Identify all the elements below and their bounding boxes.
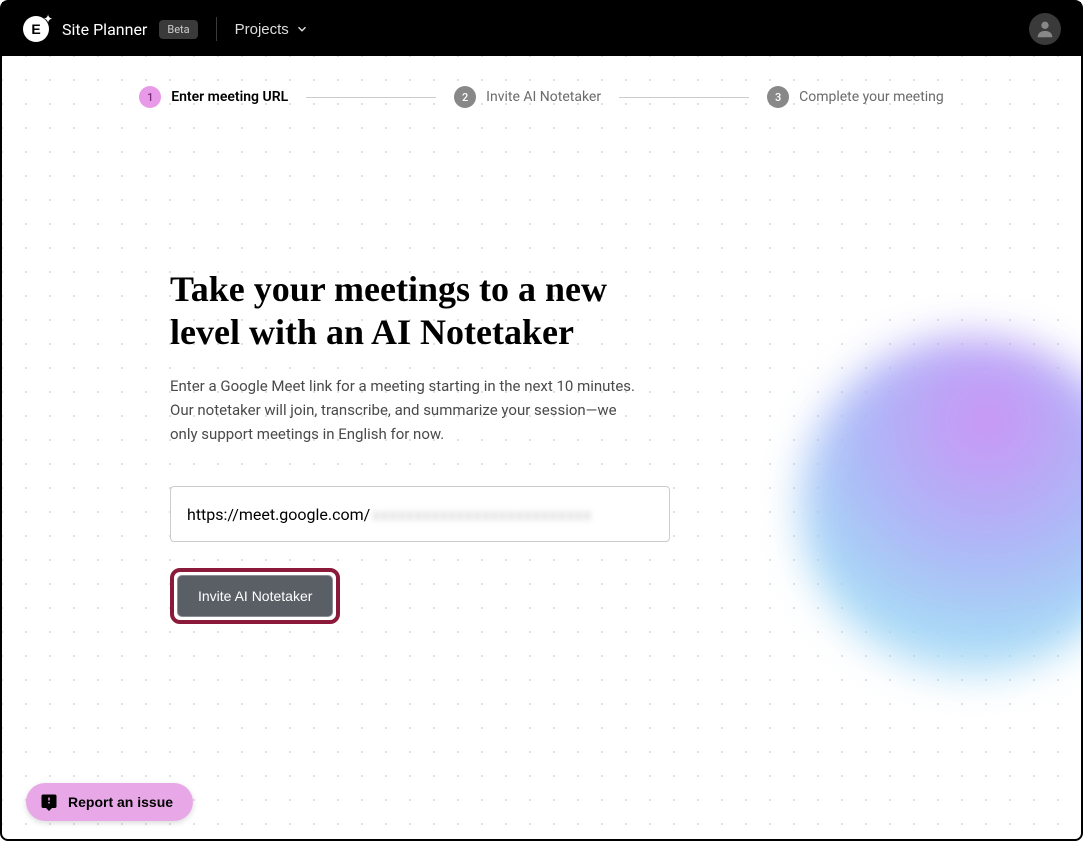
step-1-circle: 1 (139, 86, 161, 108)
main-canvas: 1 Enter meeting URL 2 Invite AI Notetake… (2, 56, 1081, 839)
step-connector (619, 97, 749, 98)
invite-button-highlight: Invite AI Notetaker (170, 568, 340, 624)
user-icon (1034, 18, 1056, 40)
invite-notetaker-button[interactable]: Invite AI Notetaker (177, 575, 333, 617)
step-connector (306, 97, 436, 98)
step-2-circle: 2 (454, 86, 476, 108)
page-heading: Take your meetings to a new level with a… (170, 268, 682, 354)
page-description: Enter a Google Meet link for a meeting s… (170, 374, 640, 446)
report-label: Report an issue (68, 794, 173, 810)
step-3-circle: 3 (767, 86, 789, 108)
meeting-url-input[interactable]: https://meet.google.com/ xxxxxxxxxxxxxxx… (170, 486, 670, 542)
header-divider (216, 17, 217, 41)
report-issue-button[interactable]: Report an issue (26, 783, 193, 821)
step-1: 1 Enter meeting URL (139, 86, 288, 108)
header-left: E ✦ Site Planner Beta Projects (22, 15, 309, 43)
elementor-logo-icon: E (31, 21, 40, 37)
decorative-gradient-blob (801, 336, 1081, 676)
beta-badge: Beta (159, 20, 197, 39)
step-2-label: Invite AI Notetaker (486, 89, 601, 105)
app-title: Site Planner (62, 20, 147, 39)
step-3: 3 Complete your meeting (767, 86, 944, 108)
step-1-label: Enter meeting URL (171, 89, 288, 105)
app-logo[interactable]: E ✦ (22, 15, 50, 43)
step-2: 2 Invite AI Notetaker (454, 86, 601, 108)
content-section: Take your meetings to a new level with a… (2, 128, 682, 624)
url-masked: xxxxxxxxxxxxxxxxxxxxxxxxxx (372, 505, 591, 524)
projects-dropdown[interactable]: Projects (235, 21, 309, 38)
sparkle-icon: ✦ (43, 12, 53, 26)
app-header: E ✦ Site Planner Beta Projects (2, 2, 1081, 56)
projects-label: Projects (235, 21, 289, 38)
progress-stepper: 1 Enter meeting URL 2 Invite AI Notetake… (2, 56, 1081, 128)
step-3-label: Complete your meeting (799, 89, 944, 105)
chevron-down-icon (295, 22, 309, 36)
user-avatar-button[interactable] (1029, 13, 1061, 45)
report-icon (40, 793, 58, 811)
url-prefix: https://meet.google.com/ (187, 505, 370, 524)
